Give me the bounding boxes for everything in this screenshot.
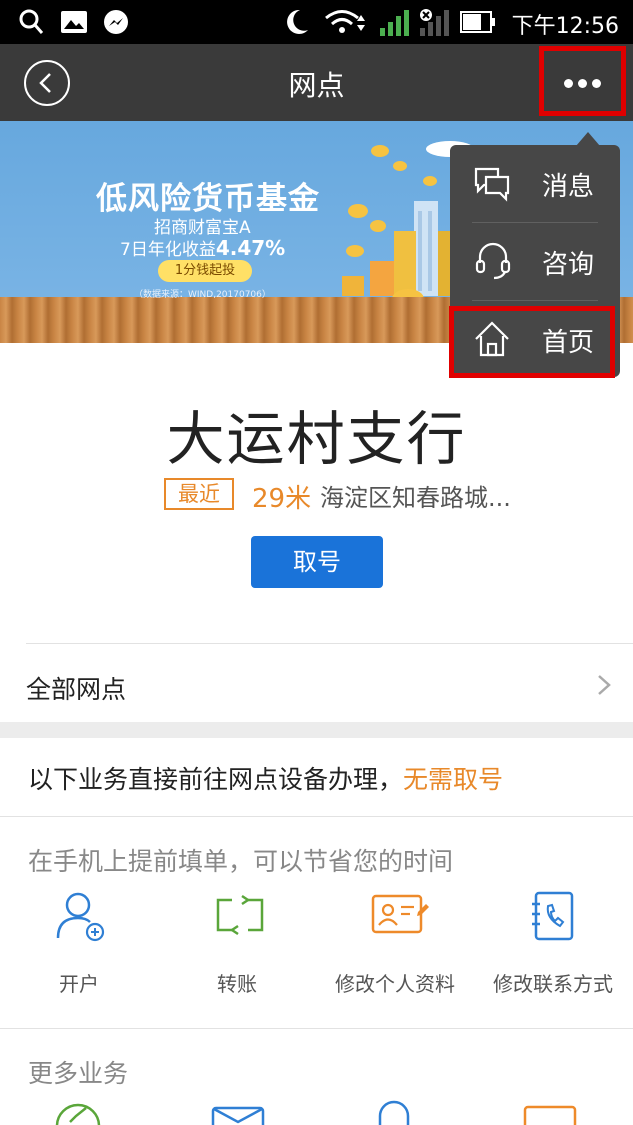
battery-icon [460, 11, 495, 33]
notice-highlight: 无需取号 [403, 765, 504, 794]
branch-distance: 29米 [252, 484, 312, 514]
banner-rate: 7日年化收益4.47% [120, 235, 285, 260]
prefill-section-title: 在手机上提前填单，可以节省您的时间 [28, 847, 454, 876]
moon-icon [287, 9, 308, 34]
banner-pill: 1分钱起投 [158, 260, 252, 282]
messenger-icon [104, 10, 128, 34]
status-bar: 下午12:56 [0, 0, 633, 44]
chevron-right-icon [598, 675, 611, 695]
banner-source: （数据来源：WIND,20170706） [134, 290, 271, 300]
menu-item-label: 消息 [542, 172, 595, 202]
service-open-account[interactable]: 开户 [0, 890, 158, 1000]
wifi-icon [325, 10, 365, 33]
more-service-icon-1[interactable] [52, 1100, 104, 1125]
menu-item-consult[interactable]: 咨询 [450, 223, 620, 300]
more-service-icon-2[interactable] [210, 1104, 266, 1125]
menu-item-messages[interactable]: 消息 [450, 145, 620, 222]
service-label: 修改联系方式 [493, 972, 613, 996]
banner-rate-value: 4.47% [215, 236, 286, 260]
take-number-button[interactable]: 取号 [251, 536, 383, 588]
service-label: 转账 [217, 972, 257, 996]
banner-title: 低风险货币基金 [96, 181, 320, 217]
service-transfer[interactable]: 转账 [158, 890, 316, 1000]
service-label: 开户 [59, 972, 99, 996]
notice-main: 以下业务直接前往网点设备办理， [28, 765, 404, 794]
edit-profile-icon [371, 894, 429, 934]
section-separator [0, 722, 633, 738]
edit-contact-icon [532, 891, 574, 941]
all-branches-row[interactable]: 全部网点 [0, 644, 633, 722]
more-button[interactable] [539, 46, 626, 116]
more-dots-icon [564, 79, 604, 89]
more-service-icon-3[interactable] [372, 1100, 416, 1125]
transfer-icon [216, 894, 264, 936]
more-section-title: 更多业务 [28, 1059, 129, 1088]
service-edit-profile[interactable]: 修改个人资料 [316, 890, 474, 1000]
service-edit-contact[interactable]: 修改联系方式 [474, 890, 632, 1000]
signal-icon [380, 10, 409, 36]
divider [0, 816, 633, 817]
branch-address[interactable]: 海淀区知春路城... [320, 478, 511, 513]
image-icon [61, 11, 87, 33]
notice-text: 以下业务直接前往网点设备办理，无需取号 [28, 760, 503, 796]
nav-bar: 网点 [0, 44, 633, 121]
service-label: 修改个人资料 [335, 972, 455, 996]
home-highlight-annotation [449, 306, 615, 378]
message-icon [474, 167, 510, 202]
headset-icon [475, 242, 511, 280]
menu-item-label: 咨询 [542, 250, 595, 280]
add-user-icon [56, 892, 105, 942]
signal-off-icon [420, 9, 449, 36]
status-time: 下午12:56 [511, 14, 619, 39]
search-icon [19, 9, 44, 34]
more-service-icon-4[interactable] [522, 1104, 578, 1125]
branch-name: 大运村支行 [166, 405, 467, 473]
recent-badge: 最近 [164, 478, 234, 510]
dropdown-caret [576, 132, 600, 146]
all-branches-label: 全部网点 [26, 675, 127, 704]
divider [0, 1028, 633, 1029]
banner-rate-prefix: 7日年化收益 [120, 240, 216, 260]
